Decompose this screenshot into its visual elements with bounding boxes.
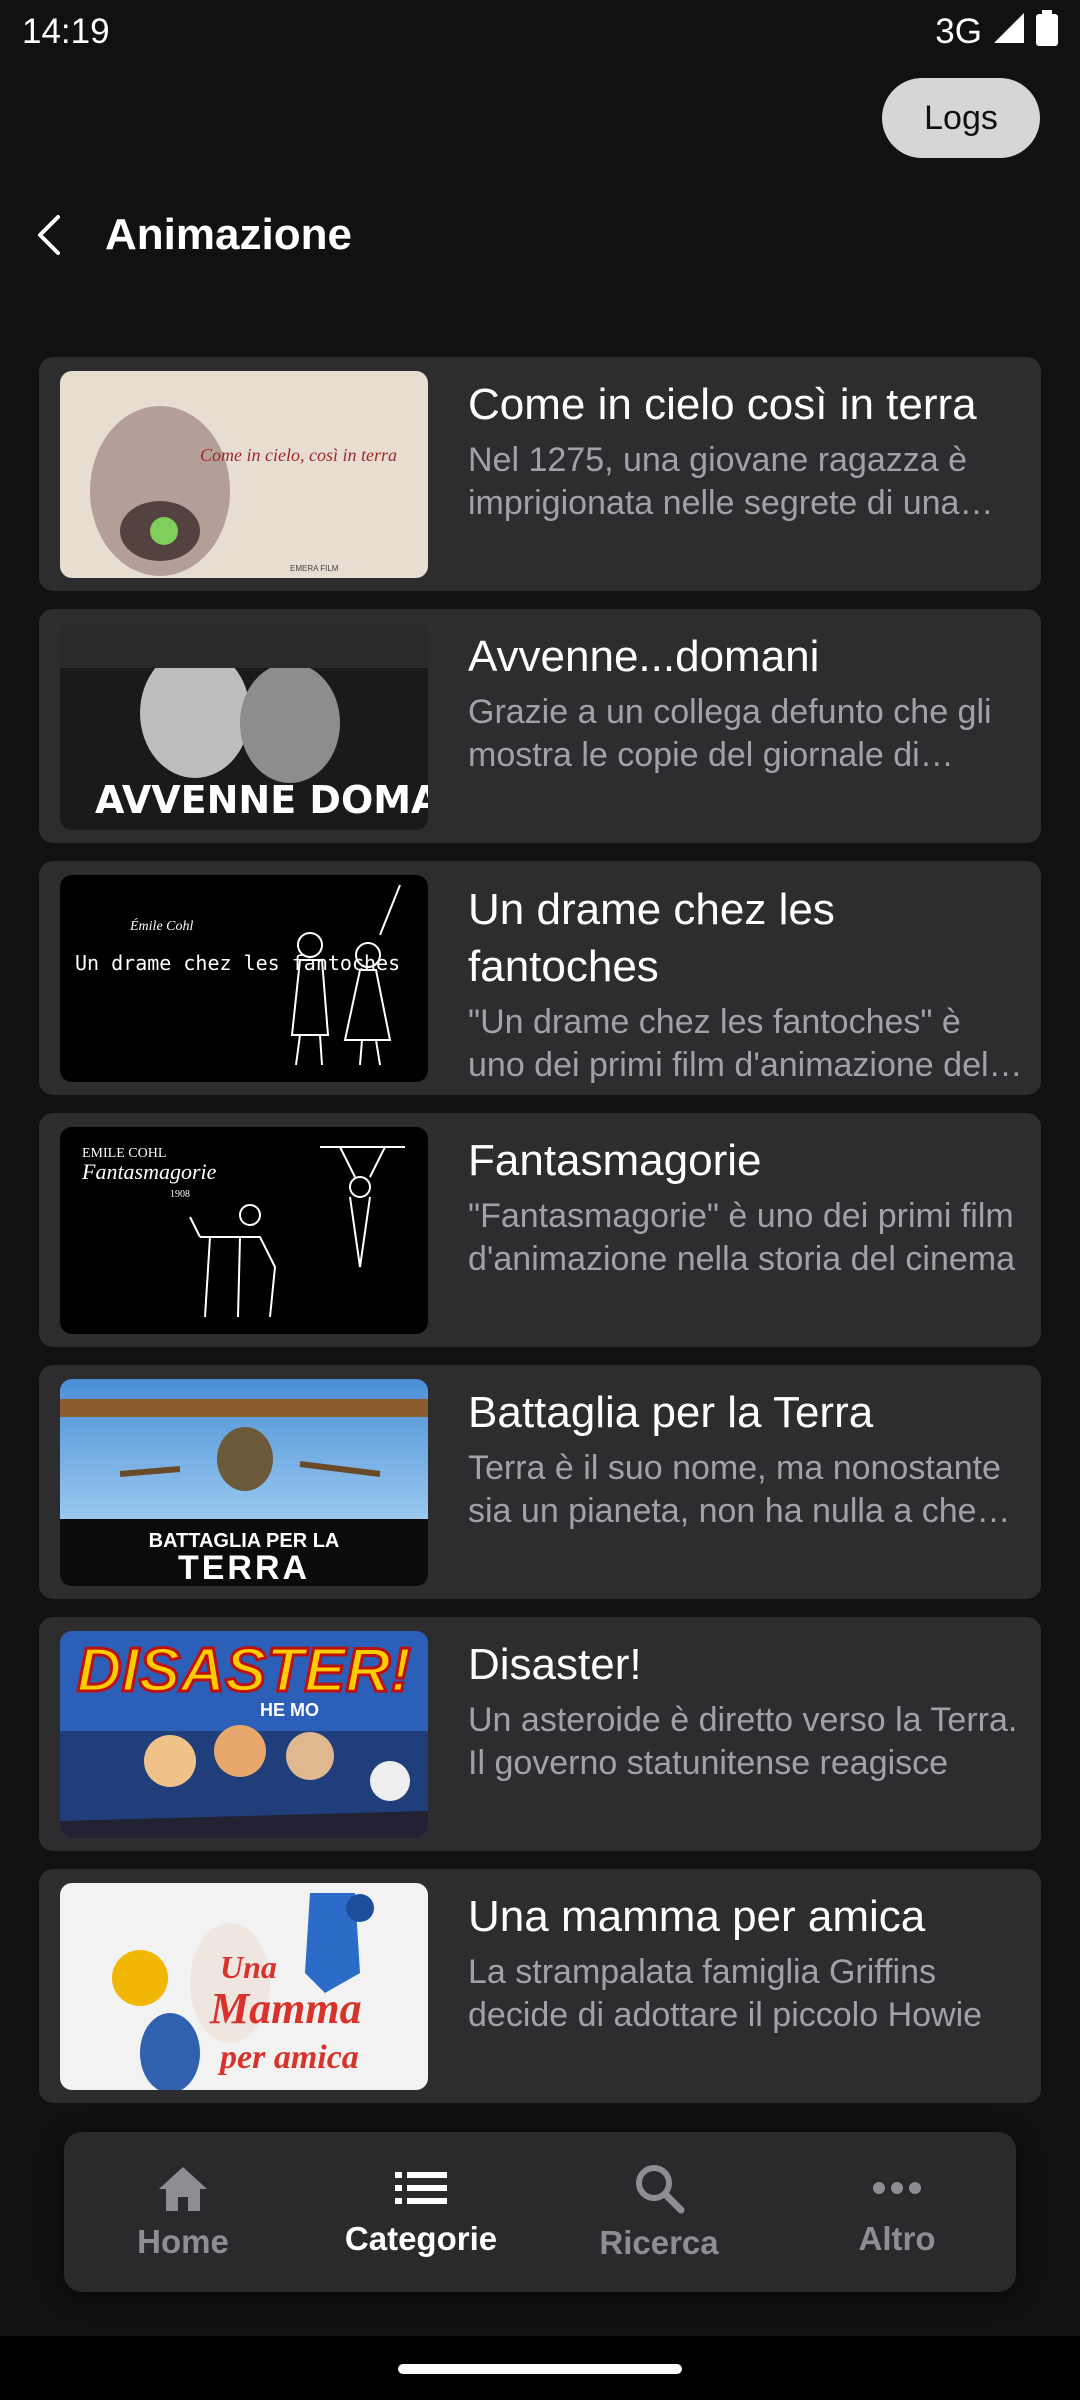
movie-title: Avvenne...domani — [468, 632, 820, 681]
svg-text:Come in cielo, così in terra: Come in cielo, così in terra — [200, 445, 397, 465]
movie-card[interactable]: BATTAGLIA PER LA TERRA Battaglia per la … — [39, 1365, 1041, 1599]
page-header: Animazione — [0, 200, 1080, 270]
network-type: 3G — [935, 12, 982, 51]
home-icon — [159, 2167, 207, 2211]
movie-card[interactable]: EMILE COHL Fantasmagorie 1908 Fantasmago… — [39, 1113, 1041, 1347]
page-title: Animazione — [105, 210, 352, 259]
movie-title: Un drame chez les fantoches — [468, 885, 835, 991]
movie-poster: Émile Cohl Un drame chez les fantoches — [60, 875, 428, 1082]
movie-list: Come in cielo, così in terra EMERA FILM … — [39, 357, 1041, 2121]
movie-description: La strampalata famiglia Griffins decide … — [468, 1953, 983, 2034]
movie-poster: BATTAGLIA PER LA TERRA — [60, 1379, 428, 1586]
svg-text:1908: 1908 — [170, 1189, 190, 1200]
movie-description: Terra è il suo nome, ma nonostante sia u… — [468, 1449, 1001, 1530]
movie-description: Nel 1275, una giovane ragazza è imprigio… — [468, 441, 968, 522]
movie-poster: Una Mamma per amica — [60, 1883, 428, 2090]
movie-card[interactable]: DISASTER! HE MO Disaster! Un asteroide è… — [39, 1617, 1041, 1851]
svg-text:Un drame chez les fantoches: Un drame chez les fantoches — [75, 951, 400, 975]
movie-card[interactable]: Émile Cohl Un drame chez les fantoches U… — [39, 861, 1041, 1095]
nav-item-ricerca[interactable]: Ricerca — [549, 2142, 769, 2282]
movie-description: Grazie a un collega defunto che gli most… — [468, 693, 992, 774]
movie-title: Fantasmagorie — [468, 1136, 762, 1185]
chevron-left-icon — [38, 215, 60, 255]
movie-card[interactable]: AVVENNE DOMANI Avvenne...domani Grazie a… — [39, 609, 1041, 843]
more-icon — [873, 2182, 921, 2194]
nav-item-altro[interactable]: Altro — [787, 2142, 1007, 2282]
movie-card[interactable]: Come in cielo, così in terra EMERA FILM … — [39, 357, 1041, 591]
movie-poster: DISASTER! HE MO — [60, 1631, 428, 1838]
movie-description: "Un drame chez les fantoches" è uno dei … — [468, 1003, 1015, 1084]
svg-text:per amica: per amica — [217, 2039, 359, 2076]
bottom-navigation: Home Categorie Ricerca Altro — [64, 2132, 1016, 2292]
svg-text:EMERA FILM: EMERA FILM — [290, 564, 339, 573]
movie-description: "Fantasmagorie" è uno dei primi film d'a… — [468, 1197, 1016, 1278]
nav-item-home[interactable]: Home — [73, 2142, 293, 2282]
svg-text:Mamma: Mamma — [209, 1984, 362, 2033]
svg-text:DISASTER!: DISASTER! — [77, 1636, 411, 1705]
svg-text:Fantasmagorie: Fantasmagorie — [81, 1159, 217, 1184]
battery-icon — [1036, 9, 1058, 55]
svg-text:Una: Una — [220, 1949, 277, 1985]
movie-title: Battaglia per la Terra — [468, 1388, 874, 1437]
movie-poster: EMILE COHL Fantasmagorie 1908 — [60, 1127, 428, 1334]
svg-text:Émile Cohl: Émile Cohl — [129, 917, 193, 934]
movie-title: Una mamma per amica — [468, 1892, 926, 1941]
movie-poster: AVVENNE DOMANI — [60, 623, 428, 830]
logs-button[interactable]: Logs — [882, 78, 1040, 158]
back-button[interactable] — [20, 205, 80, 265]
status-bar: 14:19 3G — [0, 0, 1080, 64]
svg-text:TERRA: TERRA — [178, 1549, 310, 1586]
gesture-handle[interactable] — [398, 2364, 682, 2374]
status-time: 14:19 — [22, 12, 110, 51]
movie-title: Come in cielo così in terra — [468, 380, 977, 429]
signal-icon — [992, 11, 1026, 54]
movie-card[interactable]: Una Mamma per amica Una mamma per amica … — [39, 1869, 1041, 2103]
movie-poster: Come in cielo, così in terra EMERA FILM — [60, 371, 428, 578]
svg-text:AVVENNE DOMANI: AVVENNE DOMANI — [95, 778, 428, 822]
movie-description: Un asteroide è diretto verso la Terra. I… — [468, 1701, 1018, 1782]
svg-text:HE MO: HE MO — [260, 1700, 319, 1720]
movie-title: Disaster! — [468, 1640, 642, 1689]
list-icon — [395, 2172, 447, 2204]
search-icon — [636, 2165, 685, 2214]
nav-item-categorie[interactable]: Categorie — [311, 2142, 531, 2282]
